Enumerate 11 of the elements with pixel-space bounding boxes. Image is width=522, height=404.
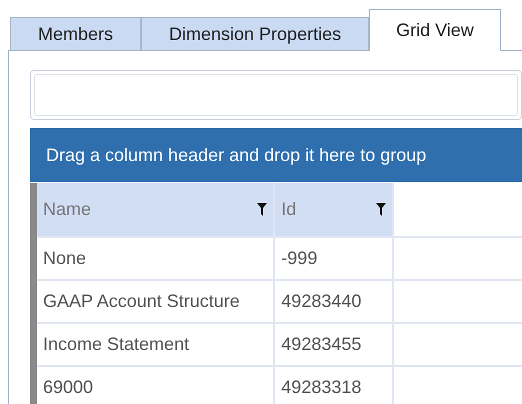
filter-icon[interactable] [376, 203, 386, 216]
search-field[interactable] [30, 70, 522, 120]
table-cell: 49283440 [274, 280, 393, 323]
table-cell: 49283318 [274, 366, 393, 404]
tab[interactable]: Dimension Properties [141, 17, 370, 50]
group-panel: Drag a column header and drop it here to group [30, 128, 522, 182]
table-cell: -999 [274, 237, 393, 280]
tab[interactable]: Members [10, 17, 142, 50]
tab[interactable]: Grid View [369, 9, 501, 51]
table-cell: 49283455 [274, 323, 393, 366]
filter-icon[interactable] [257, 203, 268, 216]
